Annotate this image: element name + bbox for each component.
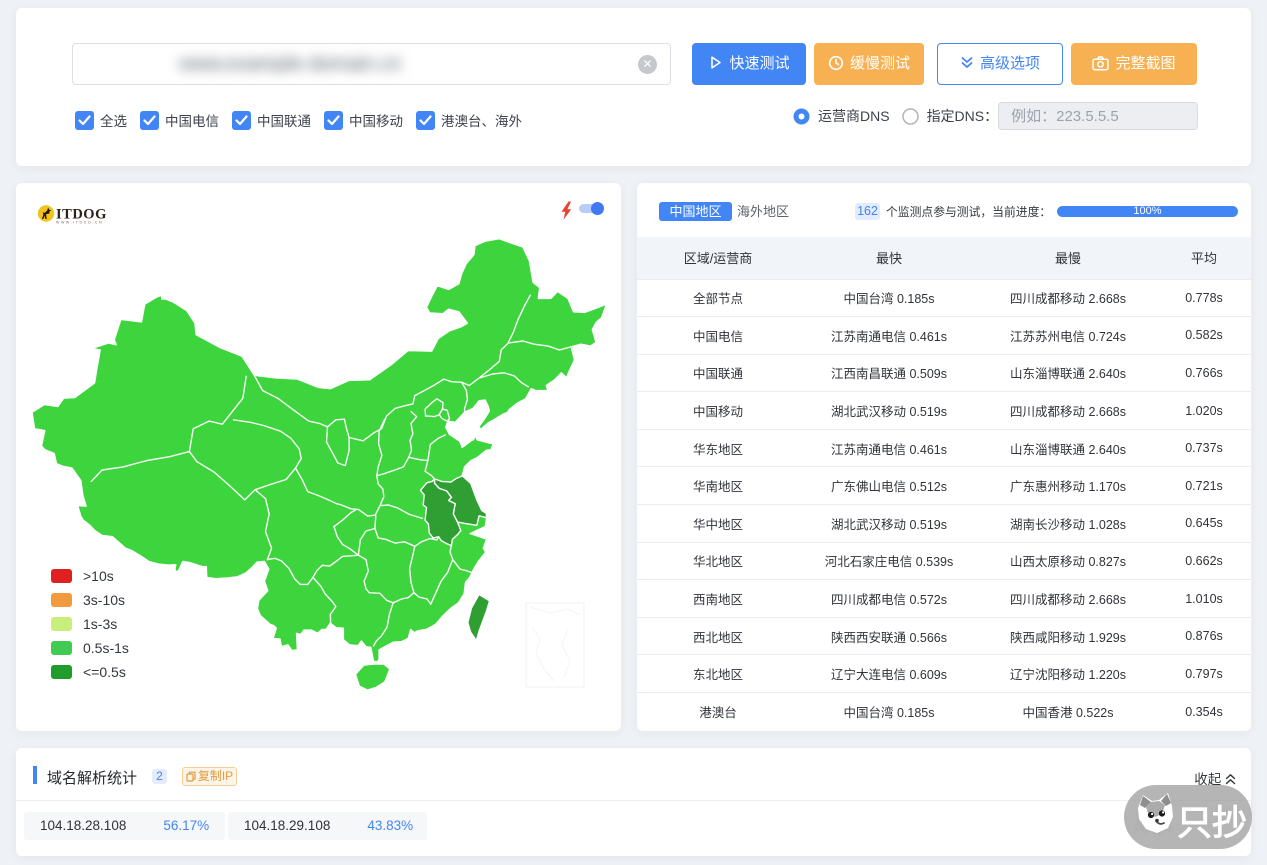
svg-text:WWW.ITDOG.CN: WWW.ITDOG.CN	[56, 221, 103, 225]
